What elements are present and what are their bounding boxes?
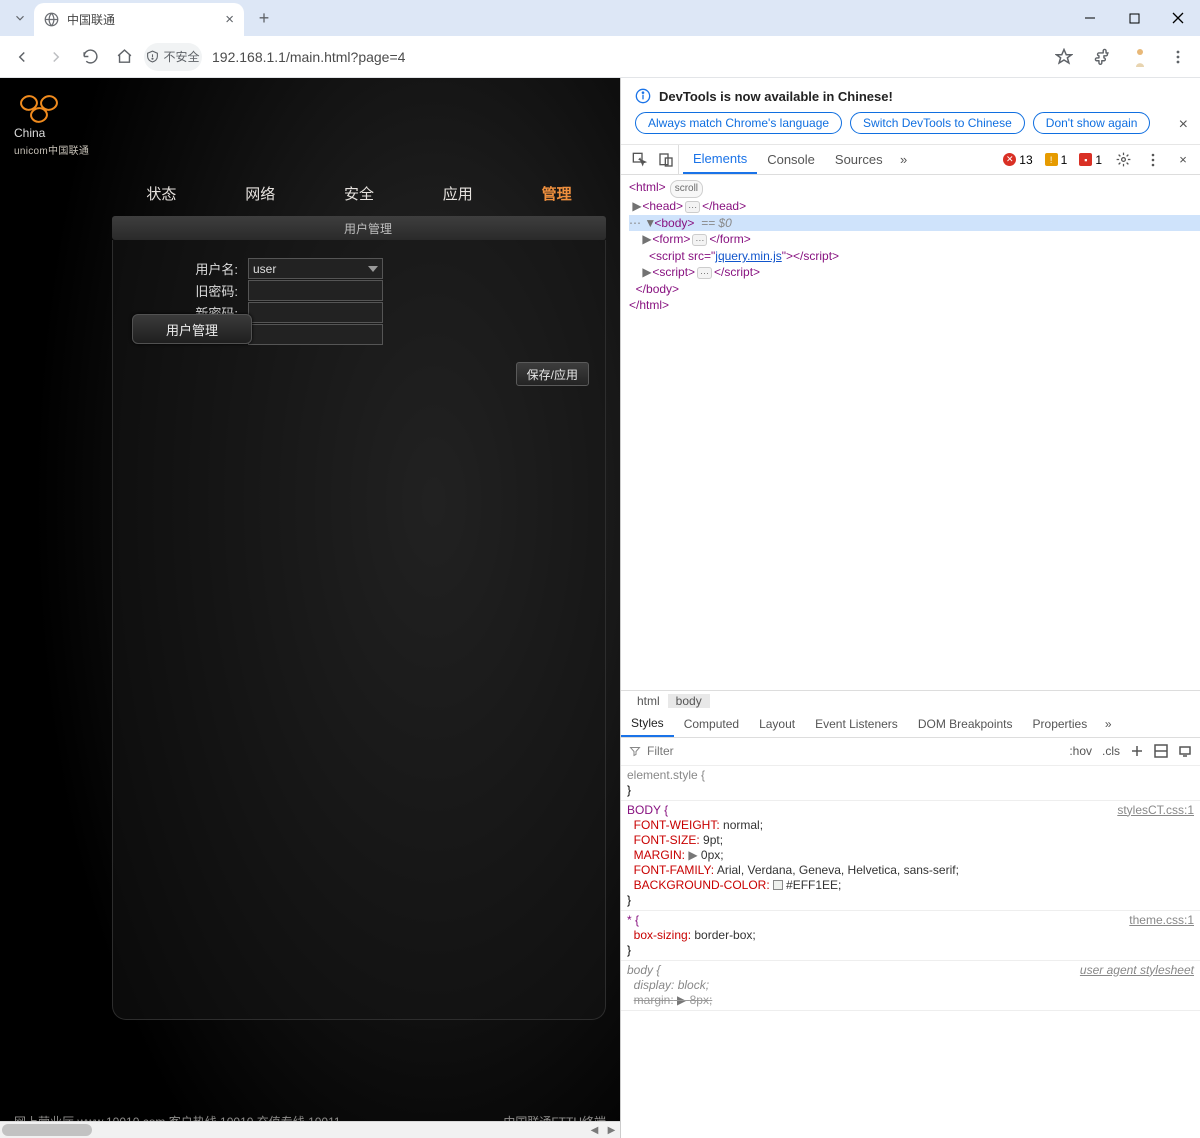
side-user-mgmt-button[interactable]: 用户管理 bbox=[132, 314, 252, 344]
subtab-layout[interactable]: Layout bbox=[749, 712, 805, 737]
new-tab-button[interactable]: + bbox=[250, 4, 278, 32]
not-secure-label: 不安全 bbox=[163, 48, 199, 65]
window-close-icon[interactable] bbox=[1156, 0, 1200, 36]
window-minimize-icon[interactable] bbox=[1068, 0, 1112, 36]
source-link[interactable]: theme.css:1 bbox=[1129, 913, 1194, 928]
bookmark-icon[interactable] bbox=[1050, 43, 1078, 71]
select-username[interactable]: user bbox=[248, 258, 383, 279]
device-toggle-icon[interactable] bbox=[653, 145, 679, 174]
nav-security[interactable]: 安全 bbox=[310, 175, 409, 212]
tab-sources[interactable]: Sources bbox=[825, 145, 893, 174]
devtools-tabbar: Elements Console Sources » ✕13 !1 ▪1 × bbox=[621, 145, 1200, 175]
filter-label[interactable]: Filter bbox=[647, 744, 674, 758]
home-button[interactable] bbox=[110, 43, 138, 71]
logo-text: unicom中国联通 bbox=[14, 142, 620, 157]
error-count[interactable]: ✕13 bbox=[999, 153, 1036, 167]
banner-text: DevTools is now available in Chinese! bbox=[659, 89, 893, 104]
label-oldpw: 旧密码: bbox=[113, 281, 238, 300]
issues-count[interactable]: ▪1 bbox=[1075, 153, 1106, 167]
crumb-html[interactable]: html bbox=[629, 694, 668, 708]
unicom-logo: China unicom中国联通 bbox=[0, 78, 620, 157]
subtab-styles[interactable]: Styles bbox=[621, 712, 674, 737]
save-apply-button[interactable]: 保存/应用 bbox=[516, 362, 589, 386]
nav-app[interactable]: 应用 bbox=[408, 175, 507, 212]
subtab-properties[interactable]: Properties bbox=[1023, 712, 1098, 737]
devtools-close-icon[interactable]: × bbox=[1170, 152, 1196, 167]
source-link[interactable]: stylesCT.css:1 bbox=[1117, 803, 1194, 818]
address-bar: 不安全 192.168.1.1/main.html?page=4 bbox=[0, 36, 1200, 78]
banner-close-icon[interactable]: × bbox=[1179, 116, 1188, 134]
styles-pane[interactable]: element.style {} stylesCT.css:1 BODY { F… bbox=[621, 766, 1200, 1138]
crumb-body[interactable]: body bbox=[668, 694, 710, 708]
ua-label: user agent stylesheet bbox=[1080, 963, 1194, 978]
tab-title: 中国联通 bbox=[67, 11, 115, 28]
chip-always-match[interactable]: Always match Chrome's language bbox=[635, 112, 842, 134]
subtabs-overflow-icon[interactable]: » bbox=[1097, 712, 1119, 737]
window-maximize-icon[interactable] bbox=[1112, 0, 1156, 36]
warning-count[interactable]: !1 bbox=[1041, 153, 1072, 167]
tab-strip: 中国联通 × + bbox=[0, 0, 1200, 36]
devtools-menu-icon[interactable] bbox=[1140, 153, 1166, 167]
input-newpw[interactable] bbox=[248, 302, 383, 323]
styles-filter-bar: Filter :hov .cls bbox=[621, 738, 1200, 766]
settings-icon[interactable] bbox=[1110, 152, 1136, 167]
input-oldpw[interactable] bbox=[248, 280, 383, 301]
chrome-menu-icon[interactable] bbox=[1164, 43, 1192, 71]
tab-search-icon[interactable] bbox=[8, 6, 32, 30]
cls-toggle[interactable]: .cls bbox=[1102, 744, 1120, 758]
styles-tabs: Styles Computed Layout Event Listeners D… bbox=[621, 712, 1200, 738]
tab-console[interactable]: Console bbox=[757, 145, 825, 174]
subtab-event-listeners[interactable]: Event Listeners bbox=[805, 712, 908, 737]
browser-tab[interactable]: 中国联通 × bbox=[34, 3, 244, 36]
nav-status[interactable]: 状态 bbox=[112, 175, 211, 212]
label-username: 用户名: bbox=[113, 259, 238, 278]
dom-tree[interactable]: <html>scroll ▶<head>⋯</head> ⋯ ▼<body> =… bbox=[621, 175, 1200, 317]
back-button[interactable] bbox=[8, 43, 36, 71]
url-text[interactable]: 192.168.1.1/main.html?page=4 bbox=[212, 49, 405, 65]
chip-switch-cn[interactable]: Switch DevTools to Chinese bbox=[850, 112, 1025, 134]
reload-button[interactable] bbox=[76, 43, 104, 71]
sub-nav: 用户管理 bbox=[112, 216, 606, 240]
computed-toggle-icon[interactable] bbox=[1154, 744, 1168, 758]
rendering-icon[interactable] bbox=[1178, 744, 1192, 758]
extensions-icon[interactable] bbox=[1088, 43, 1116, 71]
devtools: DevTools is now available in Chinese! Al… bbox=[620, 78, 1200, 1138]
site-security-chip[interactable]: 不安全 bbox=[144, 43, 202, 71]
router-page: China unicom中国联通 状态 网络 安全 应用 管理 用户管理 用户名… bbox=[0, 78, 620, 1138]
language-banner: DevTools is now available in Chinese! Al… bbox=[621, 78, 1200, 145]
nav-network[interactable]: 网络 bbox=[211, 175, 310, 212]
hov-toggle[interactable]: :hov bbox=[1069, 744, 1092, 758]
profile-avatar-icon[interactable] bbox=[1126, 43, 1154, 71]
input-confirm[interactable] bbox=[248, 324, 383, 345]
top-nav: 状态 网络 安全 应用 管理 bbox=[112, 175, 606, 212]
subtab-dom-break[interactable]: DOM Breakpoints bbox=[908, 712, 1023, 737]
nav-manage[interactable]: 管理 bbox=[507, 175, 606, 212]
forward-button[interactable] bbox=[42, 43, 70, 71]
close-tab-icon[interactable]: × bbox=[225, 11, 234, 28]
inspect-icon[interactable] bbox=[627, 145, 653, 174]
tabs-overflow-icon[interactable]: » bbox=[893, 145, 915, 174]
breadcrumb: html body bbox=[621, 690, 1200, 712]
tab-elements[interactable]: Elements bbox=[683, 145, 757, 174]
subtab-computed[interactable]: Computed bbox=[674, 712, 749, 737]
horizontal-scrollbar[interactable]: ◀▶ bbox=[0, 1121, 620, 1138]
filter-icon bbox=[629, 745, 641, 757]
chip-dont-show[interactable]: Don't show again bbox=[1033, 112, 1151, 134]
globe-icon bbox=[44, 12, 59, 27]
new-style-rule-icon[interactable] bbox=[1130, 744, 1144, 758]
subnav-user[interactable]: 用户管理 bbox=[130, 220, 606, 237]
